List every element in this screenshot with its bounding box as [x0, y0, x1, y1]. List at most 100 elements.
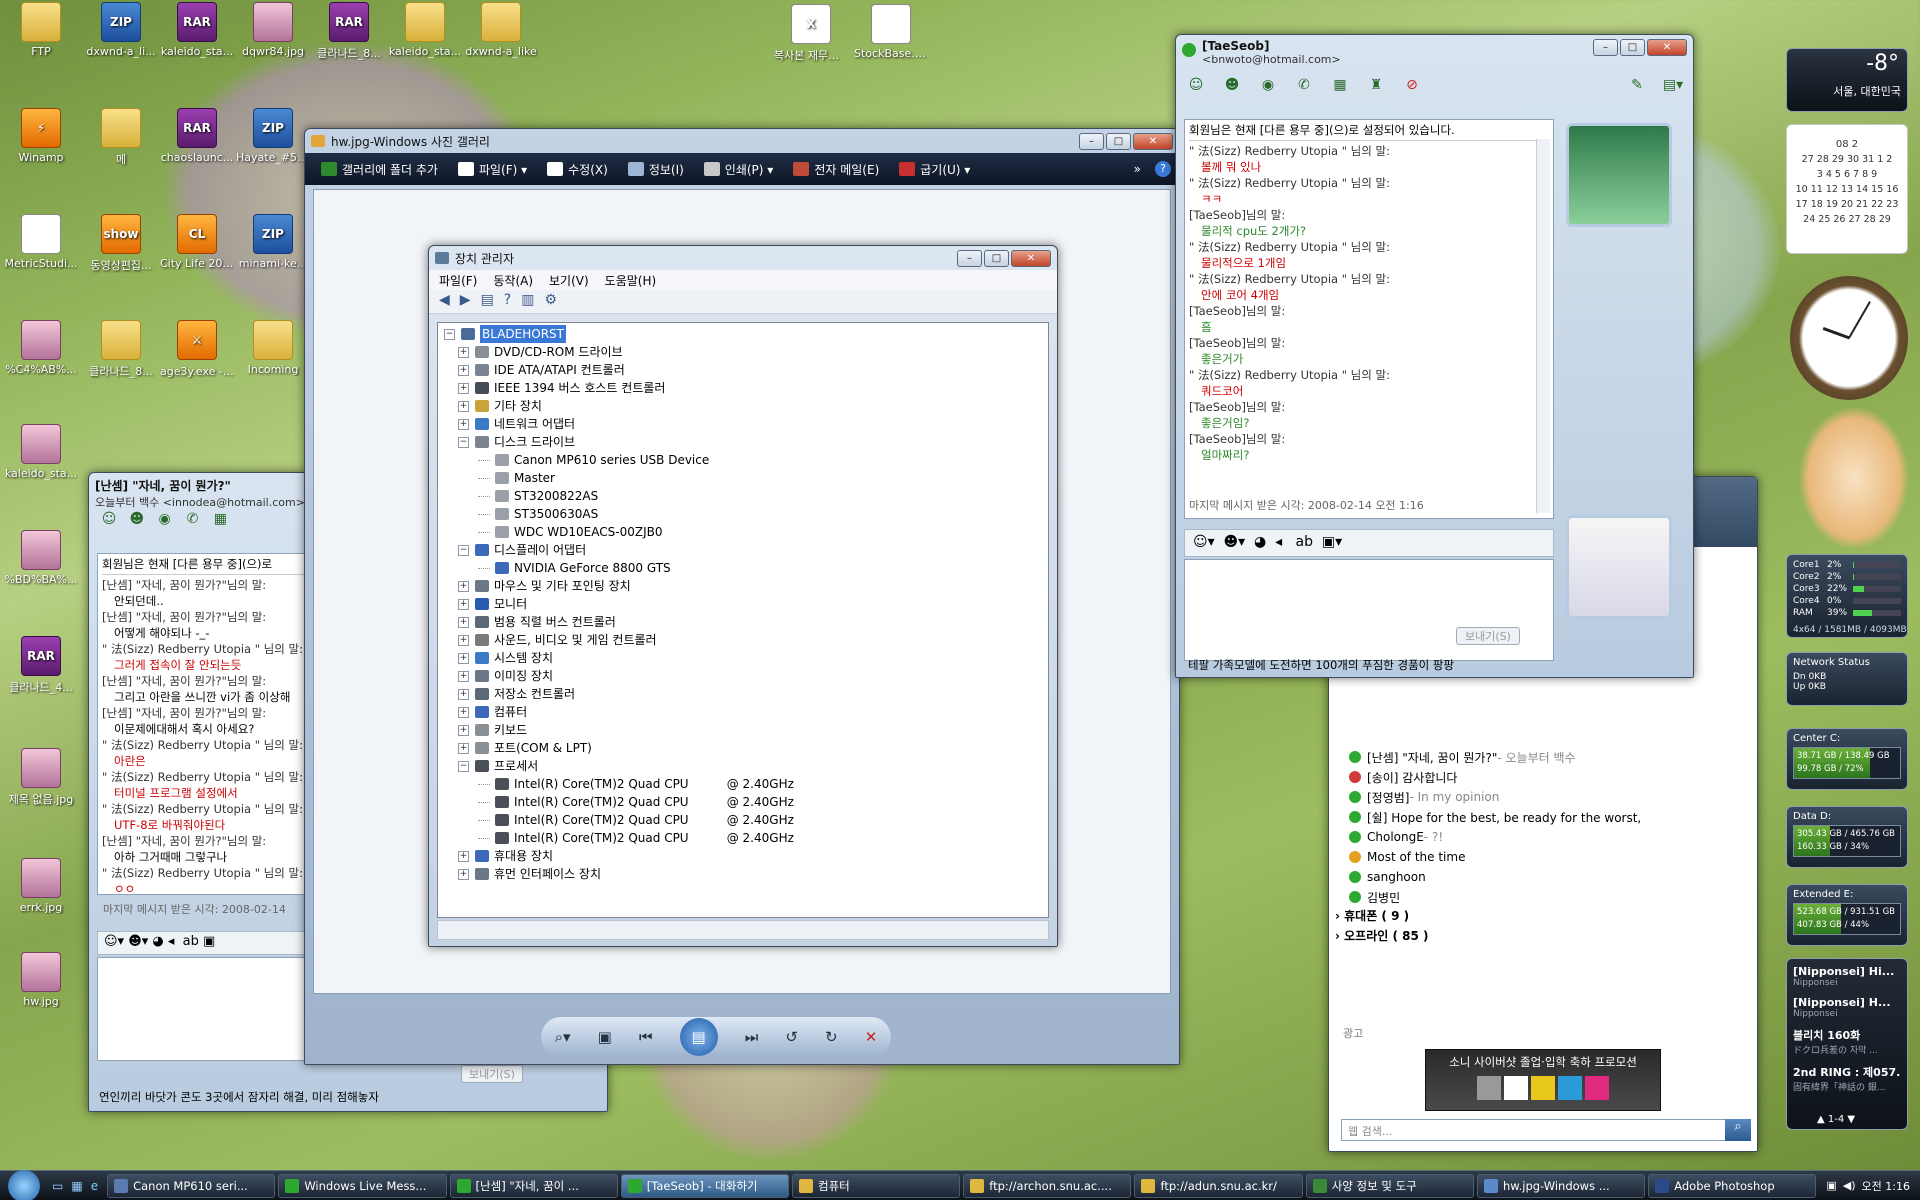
- taskbar-button[interactable]: [난셈] "자네, 꿈이 ...: [449, 1173, 618, 1198]
- contact-item[interactable]: 김병민: [1335, 887, 1751, 907]
- taskbar-button[interactable]: ftp://archon.snu.ac....: [963, 1173, 1132, 1198]
- taskbar-button[interactable]: 사양 정보 및 도구: [1305, 1173, 1474, 1198]
- gallery-toolbar-item[interactable]: 정보(I): [620, 161, 692, 178]
- gallery-toolbar-item[interactable]: 갤러리에 폴더 추가: [313, 161, 446, 178]
- block-icon[interactable]: ⊘: [1400, 75, 1424, 95]
- message-input[interactable]: [1184, 559, 1554, 661]
- device-item[interactable]: Canon MP610 series USB Device: [444, 451, 1042, 469]
- desktop-icon[interactable]: CL City Life 2008: [160, 214, 234, 270]
- messenger-main-window[interactable]: [TaeSeob] <bnwoto@hotmail.com> – □ ✕ ☺ ☻…: [1175, 34, 1694, 678]
- taskbar-button[interactable]: Canon MP610 seri...: [107, 1173, 276, 1198]
- clock[interactable]: 오전 1:16: [1862, 1178, 1910, 1194]
- expand-icon[interactable]: +: [458, 670, 469, 682]
- desktop-icon[interactable]: ZIP minami-ke...: [236, 214, 310, 270]
- device-category[interactable]: + 키보드: [444, 721, 1042, 739]
- device-category[interactable]: + 컴퓨터: [444, 703, 1042, 721]
- maximize-button[interactable]: □: [984, 249, 1009, 267]
- close-button[interactable]: ✕: [1011, 249, 1051, 267]
- taskbar-button[interactable]: [TaeSeob] - 대화하기: [620, 1173, 790, 1198]
- calendar-gadget[interactable]: 08 2 27 28 29 30 31 1 23 4 5 6 7 8 9 10 1…: [1786, 124, 1908, 254]
- desktop-icon[interactable]: X 복사본 재무제...: [774, 4, 848, 63]
- drive-gadget[interactable]: Extended E: 523.68 GB / 931.51 GB 407.83 G…: [1786, 884, 1908, 946]
- close-button[interactable]: ✕: [1647, 39, 1687, 56]
- device-category[interactable]: + DVD/CD-ROM 드라이브: [444, 343, 1042, 361]
- invite-icon[interactable]: ☺: [1184, 75, 1208, 95]
- device-category[interactable]: − 디스플레이 어댑터: [444, 541, 1042, 559]
- desktop-icon[interactable]: dxwnd-a_like: [464, 2, 538, 58]
- expand-icon[interactable]: +: [458, 688, 469, 700]
- desktop-icon[interactable]: kaleido_sta...: [388, 2, 462, 58]
- call-icon[interactable]: ✆: [1292, 75, 1316, 95]
- gallery-toolbar-item[interactable]: 전자 메일(E): [785, 161, 887, 178]
- device-category[interactable]: + 사운드, 비디오 및 게임 컨트롤러: [444, 631, 1042, 649]
- desktop-icon[interactable]: StockBase.zip: [854, 4, 928, 60]
- expand-icon[interactable]: +: [458, 616, 469, 628]
- device-item[interactable]: NVIDIA GeForce 8800 GTS: [444, 559, 1042, 577]
- expand-icon[interactable]: +: [458, 346, 469, 358]
- device-category[interactable]: + 모니터: [444, 595, 1042, 613]
- device-category[interactable]: + 마우스 및 기타 포인팅 장치: [444, 577, 1042, 595]
- taskbar-button[interactable]: hw.jpg-Windows ...: [1476, 1173, 1646, 1198]
- taskbar-button[interactable]: Adobe Photoshop: [1648, 1173, 1817, 1198]
- tray-network-icon[interactable]: ▣: [1826, 1179, 1836, 1192]
- device-category[interactable]: + 포트(COM & LPT): [444, 739, 1042, 757]
- expand-icon[interactable]: +: [458, 598, 469, 610]
- tree-root[interactable]: − BLADEHORST: [444, 325, 1042, 343]
- taskbar-button[interactable]: 컴퓨터: [792, 1173, 961, 1198]
- switch-windows-icon[interactable]: ▦: [71, 1179, 82, 1193]
- desktop-icon[interactable]: RAR kaleido_sta...: [160, 2, 234, 58]
- device-manager-window[interactable]: 장치 관리자 – □ ✕ 파일(F) 동작(A) 보기(V) 도움말(H) ◀ ▶ ▤…: [428, 245, 1058, 947]
- desktop-icon[interactable]: MetricStudi...: [4, 214, 78, 270]
- device-item[interactable]: Intel(R) Core(TM)2 Quad CPU @ 2.40GHz: [444, 793, 1042, 811]
- expand-icon[interactable]: +: [458, 400, 469, 412]
- rotate-right-icon[interactable]: ↻: [825, 1028, 838, 1046]
- maximize-button[interactable]: □: [1106, 132, 1131, 150]
- desktop-icon[interactable]: %C4%AB%...: [4, 320, 78, 376]
- activities-icon[interactable]: ▦: [1328, 75, 1352, 95]
- device-category[interactable]: + 휴먼 인터페이스 장치: [444, 865, 1042, 883]
- expand-icon[interactable]: +: [458, 580, 469, 592]
- minimize-button[interactable]: –: [1079, 132, 1104, 150]
- previous-icon[interactable]: ⏮: [639, 1028, 653, 1046]
- contact-group[interactable]: › 오프라인 ( 85 ): [1335, 927, 1751, 947]
- help-icon[interactable]: ?: [1155, 161, 1171, 177]
- share-files-icon[interactable]: ☻: [1220, 75, 1244, 95]
- menu-item[interactable]: 보기(V): [549, 272, 589, 288]
- expand-icon[interactable]: +: [458, 850, 469, 862]
- device-item[interactable]: Intel(R) Core(TM)2 Quad CPU @ 2.40GHz: [444, 775, 1042, 793]
- rss-feed-gadget[interactable]: [Nipponsei] Hi... Nipponsei [Nipponsei] H.…: [1786, 958, 1908, 1130]
- expand-icon[interactable]: +: [458, 634, 469, 646]
- desktop-icon[interactable]: RAR 클라나드_4...: [4, 636, 78, 695]
- call-icon[interactable]: ✆: [180, 509, 204, 529]
- contact-item[interactable]: sanghoon: [1335, 867, 1751, 887]
- feed-item[interactable]: [Nipponsei] H... Nipponsei: [1793, 996, 1901, 1019]
- desktop-icon[interactable]: ZIP Hayate_#5_...: [236, 108, 310, 164]
- feed-item[interactable]: 2nd RING : 제057... 固有緯界「神話の 銀...: [1793, 1064, 1901, 1093]
- contact-item[interactable]: Most of the time: [1335, 847, 1751, 867]
- desktop-icon[interactable]: show 동영상편집...: [84, 214, 158, 273]
- menu-icon[interactable]: ▤▾: [1661, 75, 1685, 95]
- collapse-icon[interactable]: −: [458, 544, 469, 556]
- tray-volume-icon[interactable]: ◀): [1843, 1179, 1856, 1192]
- paint-icon[interactable]: ✎: [1625, 75, 1649, 95]
- video-call-icon[interactable]: ◉: [1256, 75, 1280, 95]
- device-category[interactable]: − 디스크 드라이브: [444, 433, 1042, 451]
- device-category[interactable]: + 기타 장치: [444, 397, 1042, 415]
- desktop-icon[interactable]: kaleido_sta...: [4, 424, 78, 480]
- help-icon[interactable]: ?: [504, 292, 511, 311]
- expand-icon[interactable]: +: [458, 418, 469, 430]
- device-item[interactable]: Intel(R) Core(TM)2 Quad CPU @ 2.40GHz: [444, 811, 1042, 829]
- gallery-toolbar-item[interactable]: 파일(F) ▾: [450, 161, 535, 178]
- slideshow-button[interactable]: ▤: [679, 1018, 718, 1056]
- rotate-left-icon[interactable]: ↺: [785, 1028, 798, 1046]
- weather-gadget[interactable]: -8° 서울, 대한민국: [1786, 48, 1908, 112]
- activities-icon[interactable]: ▦: [208, 509, 232, 529]
- ad-text[interactable]: 테팔 가족모델에 도전하면 100개의 푸짐한 경품이 팡팡: [1188, 657, 1454, 673]
- device-category[interactable]: + 저장소 컨트롤러: [444, 685, 1042, 703]
- desktop-icon[interactable]: hw.jpg: [4, 952, 78, 1008]
- minimize-button[interactable]: –: [1593, 39, 1618, 56]
- feed-item[interactable]: 블리치 160화 ドクロ兵差の 자막 ...: [1793, 1027, 1901, 1056]
- zoom-icon[interactable]: ⌕▾: [555, 1028, 571, 1046]
- contact-item[interactable]: [난셈] "자네, 꿈이 뭔가?" - 오늘부터 백수: [1335, 747, 1751, 767]
- start-button[interactable]: [0, 1169, 48, 1200]
